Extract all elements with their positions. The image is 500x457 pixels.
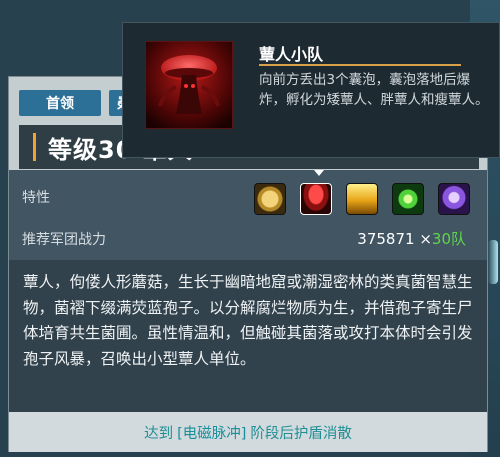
traits-label: 特性 [22, 190, 50, 206]
power-value: 375871 [357, 230, 415, 248]
golden-stack-icon[interactable] [346, 183, 378, 215]
selected-trait-indicator [314, 170, 324, 176]
stats-section: 特性 推荐军团战力 375871 ×30队 [9, 170, 487, 260]
shield-condition-footer: 达到 [电磁脉冲] 阶段后护盾消散 [9, 412, 487, 452]
tooltip-description: 向前方丢出3个囊泡，囊泡落地后爆炸，孵化为矮蕈人、胖蕈人和瘦蕈人。 [259, 72, 489, 108]
green-vortex-icon[interactable] [392, 183, 424, 215]
power-multiplier: × [419, 230, 432, 248]
mushroom-portrait-icon [145, 41, 233, 129]
golden-burst-icon[interactable] [254, 183, 286, 215]
footer-skill-link[interactable]: [电磁脉冲] [177, 422, 246, 443]
power-label: 推荐军团战力 [22, 232, 106, 248]
header-accent-bar [33, 133, 36, 161]
power-readout: 375871 ×30队 [357, 228, 466, 249]
tooltip-title: 蕈人小队 [259, 45, 324, 64]
red-mushroom-icon[interactable] [300, 183, 332, 215]
tab-boss[interactable]: 首领 [19, 90, 101, 116]
skill-tooltip: 蕈人小队 向前方丢出3个囊泡，囊泡落地后爆炸，孵化为矮蕈人、胖蕈人和瘦蕈人。 [122, 22, 500, 158]
description-text: 蕈人，佝偻人形蘑菇，生长于幽暗地窟或潮湿密林的类真菌智慧生物，菌褶下缀满荧蓝孢子… [9, 260, 487, 412]
power-team-count: 30队 [431, 230, 466, 248]
footer-prefix: 达到 [144, 425, 174, 442]
side-glow [488, 240, 498, 284]
footer-suffix: 阶段后护盾消散 [250, 425, 352, 442]
trait-icon-list [254, 183, 470, 215]
tooltip-divider [259, 64, 461, 66]
purple-shield-icon[interactable] [438, 183, 470, 215]
